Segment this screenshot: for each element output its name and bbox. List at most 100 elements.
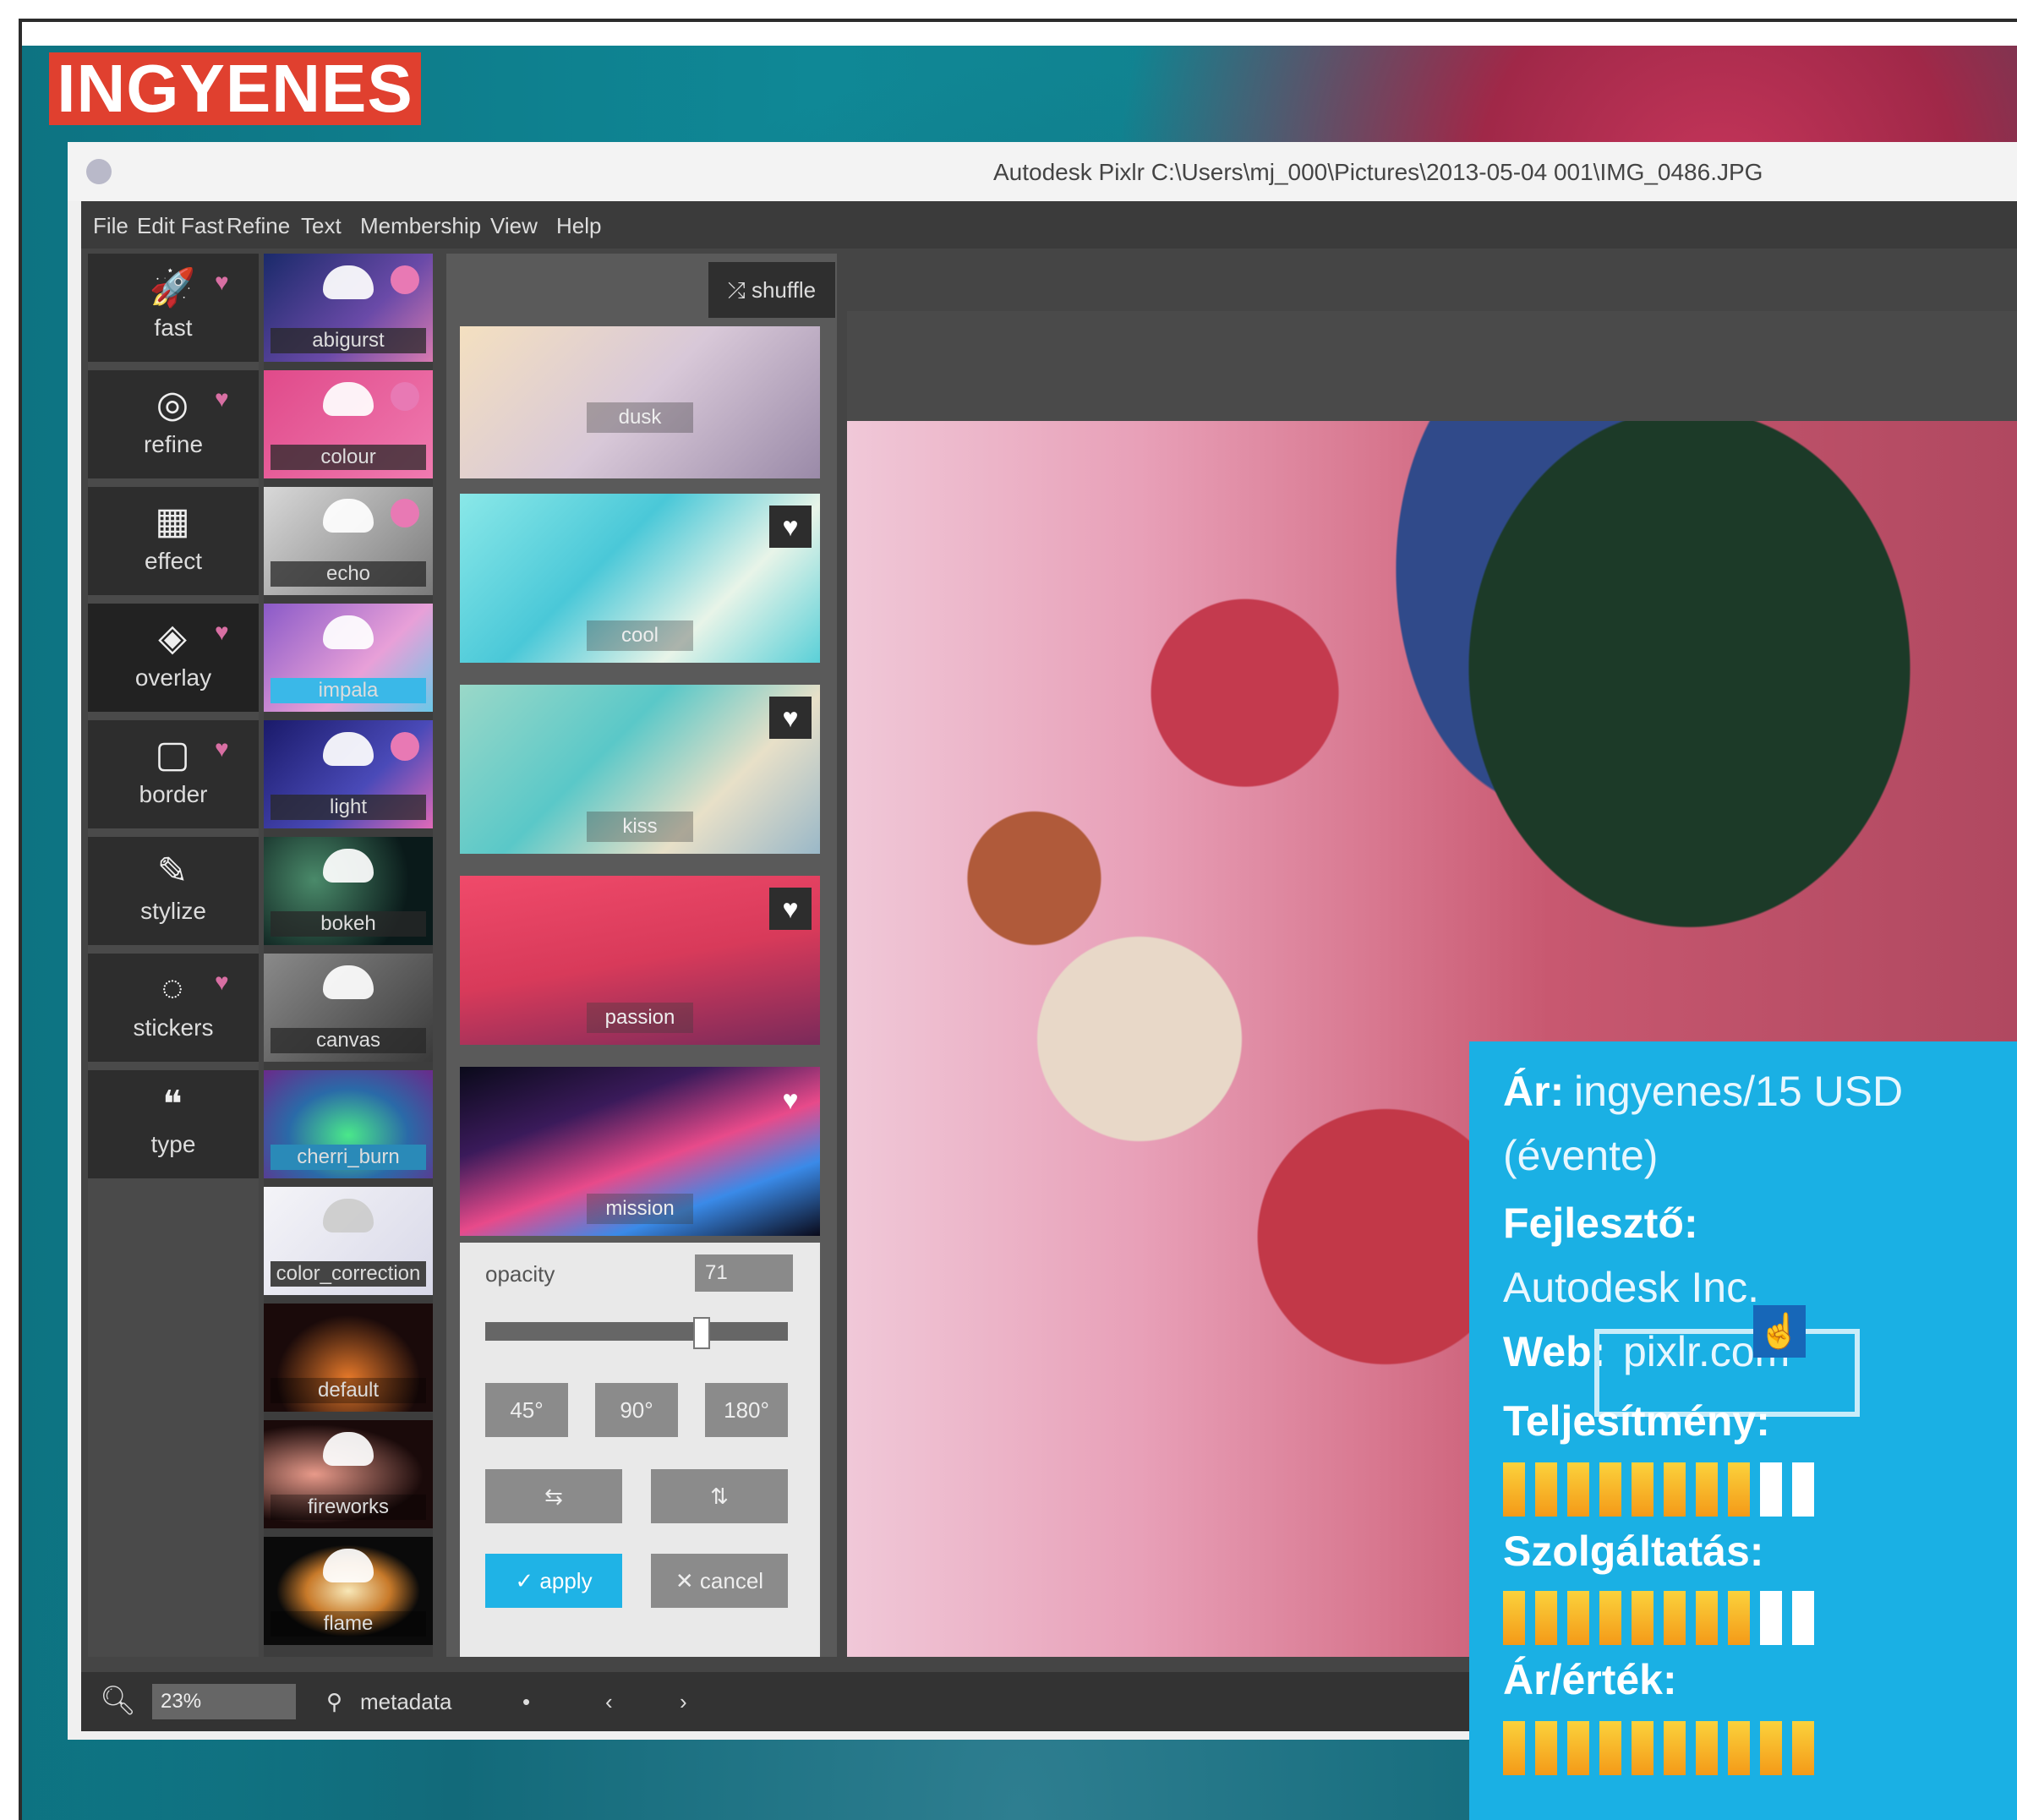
frame-icon: ▢ <box>155 734 190 775</box>
menu-view[interactable]: View <box>490 213 538 239</box>
overlay-label: kiss <box>587 812 693 842</box>
category-label: effect <box>145 548 202 574</box>
rotate-90-button[interactable]: 90° <box>595 1383 678 1437</box>
category-label: type <box>150 1131 196 1157</box>
category-stylize[interactable]: ✎ stylize <box>88 837 259 945</box>
rating-segment <box>1664 1462 1686 1517</box>
apply-button[interactable]: ✓ apply <box>485 1554 622 1608</box>
overlay-item-dusk[interactable]: dusk <box>460 326 820 478</box>
overlay-label: mission <box>587 1194 693 1224</box>
opacity-stepper[interactable]: 71 <box>695 1254 793 1292</box>
cloud-download-icon <box>323 265 374 299</box>
heart-icon: ♥ <box>215 969 229 995</box>
overlay-item-cool[interactable]: ♥ cool <box>460 494 820 663</box>
cloud-download-icon <box>323 1549 374 1582</box>
shuffle-label: shuffle <box>751 277 817 303</box>
overlay-item-passion[interactable]: ♥ passion <box>460 876 820 1045</box>
rating-segment <box>1503 1462 1525 1517</box>
category-stickers[interactable]: ◌ ♥ stickers <box>88 954 259 1062</box>
heart-icon[interactable]: ♥ <box>769 1079 812 1121</box>
free-badge: INGYENES <box>49 52 421 125</box>
category-label: stylize <box>140 898 206 924</box>
app-icon <box>86 159 112 184</box>
category-fast[interactable]: 🚀 ♥ fast <box>88 254 259 362</box>
overlay-item-kiss[interactable]: ♥ kiss <box>460 685 820 854</box>
pack-thumb[interactable]: light <box>264 720 433 828</box>
cloud-download-icon <box>323 1432 374 1466</box>
cancel-button[interactable]: ✕ cancel <box>651 1554 788 1608</box>
pack-thumb[interactable]: canvas <box>264 954 433 1062</box>
next-icon[interactable]: › <box>680 1689 687 1715</box>
developer-label: Fejlesztő: <box>1503 1200 1698 1247</box>
pack-thumb[interactable]: bokeh <box>264 837 433 945</box>
pack-label: abigurst <box>271 328 426 353</box>
pack-thumb[interactable]: default <box>264 1304 433 1412</box>
rating-segment <box>1728 1591 1750 1645</box>
rating-segment <box>1535 1721 1557 1775</box>
rating-segment <box>1632 1591 1654 1645</box>
category-border[interactable]: ▢ ♥ border <box>88 720 259 828</box>
menu-fast[interactable]: Fast <box>181 213 224 239</box>
search-icon[interactable]: 🔍︎ <box>100 1684 136 1718</box>
metadata-button[interactable]: metadata <box>360 1689 451 1715</box>
window-title: Autodesk Pixlr C:\Users\mj_000\Pictures\… <box>993 159 1763 185</box>
cloud-download-icon <box>323 615 374 649</box>
flip-vertical-button[interactable]: ⇅ <box>651 1469 788 1523</box>
flip-horizontal-button[interactable]: ⇆ <box>485 1469 622 1523</box>
rotate-180-button[interactable]: 180° <box>705 1383 788 1437</box>
menu-help[interactable]: Help <box>556 213 601 239</box>
pack-thumb[interactable]: impala <box>264 604 433 712</box>
pack-label: fireworks <box>271 1495 426 1520</box>
pack-thumb[interactable]: color_correction <box>264 1187 433 1295</box>
shuffle-icon: ⤮ <box>727 277 752 303</box>
opacity-label: opacity <box>485 1261 555 1287</box>
pack-thumb[interactable]: flame <box>264 1537 433 1645</box>
category-overlay[interactable]: ◈ ♥ overlay <box>88 604 259 712</box>
menu-membership[interactable]: Membership <box>360 213 481 239</box>
pack-thumb[interactable]: fireworks <box>264 1420 433 1528</box>
price-note: (évente) <box>1503 1132 1659 1179</box>
menu-text[interactable]: Text <box>301 213 342 239</box>
heart-icon[interactable]: ♥ <box>769 506 812 548</box>
rating-segment <box>1760 1462 1782 1517</box>
cloud-download-icon <box>323 382 374 416</box>
rating-segment <box>1792 1462 1814 1517</box>
menu-edit[interactable]: Edit <box>137 213 175 239</box>
rating-segment <box>1696 1591 1718 1645</box>
rating-segment <box>1664 1591 1686 1645</box>
rating-segment <box>1792 1721 1814 1775</box>
performance-rating <box>1503 1462 1824 1517</box>
rating-segment <box>1599 1591 1621 1645</box>
heart-icon[interactable]: ♥ <box>769 888 812 930</box>
cloud-download-icon <box>323 499 374 533</box>
heart-icon[interactable]: ♥ <box>769 697 812 739</box>
menu-refine[interactable]: Refine <box>227 213 290 239</box>
value-label: Ár/érték: <box>1503 1656 1677 1703</box>
zoom-select[interactable]: 23% <box>152 1684 296 1719</box>
rating-segment <box>1503 1721 1525 1775</box>
shuffle-button[interactable]: ⤮ shuffle <box>708 262 835 318</box>
cloud-download-icon <box>323 1199 374 1232</box>
opacity-slider[interactable] <box>485 1322 788 1341</box>
heart-icon <box>391 732 419 761</box>
prev-icon[interactable]: ‹ <box>605 1689 613 1715</box>
rocket-icon: 🚀 <box>149 267 196 309</box>
pack-thumb[interactable]: echo <box>264 487 433 595</box>
pack-thumb[interactable]: cherri_burn <box>264 1070 433 1178</box>
menu-file[interactable]: File <box>93 213 128 239</box>
aperture-icon: ◎ <box>156 384 189 425</box>
pack-thumb[interactable]: colour <box>264 370 433 478</box>
heart-icon: ♥ <box>215 385 229 412</box>
opacity-slider-handle[interactable] <box>693 1317 711 1349</box>
rating-segment <box>1696 1462 1718 1517</box>
rotate-45-button[interactable]: 45° <box>485 1383 568 1437</box>
pack-thumb[interactable]: abigurst <box>264 254 433 362</box>
rating-segment <box>1632 1462 1654 1517</box>
overlay-item-mission[interactable]: ♥ mission <box>460 1067 820 1236</box>
cloud-download-icon <box>323 849 374 883</box>
rating-segment <box>1632 1721 1654 1775</box>
category-refine[interactable]: ◎ ♥ refine <box>88 370 259 478</box>
category-effect[interactable]: ▦ effect <box>88 487 259 595</box>
rating-segment <box>1760 1721 1782 1775</box>
category-type[interactable]: ❝ type <box>88 1070 259 1178</box>
